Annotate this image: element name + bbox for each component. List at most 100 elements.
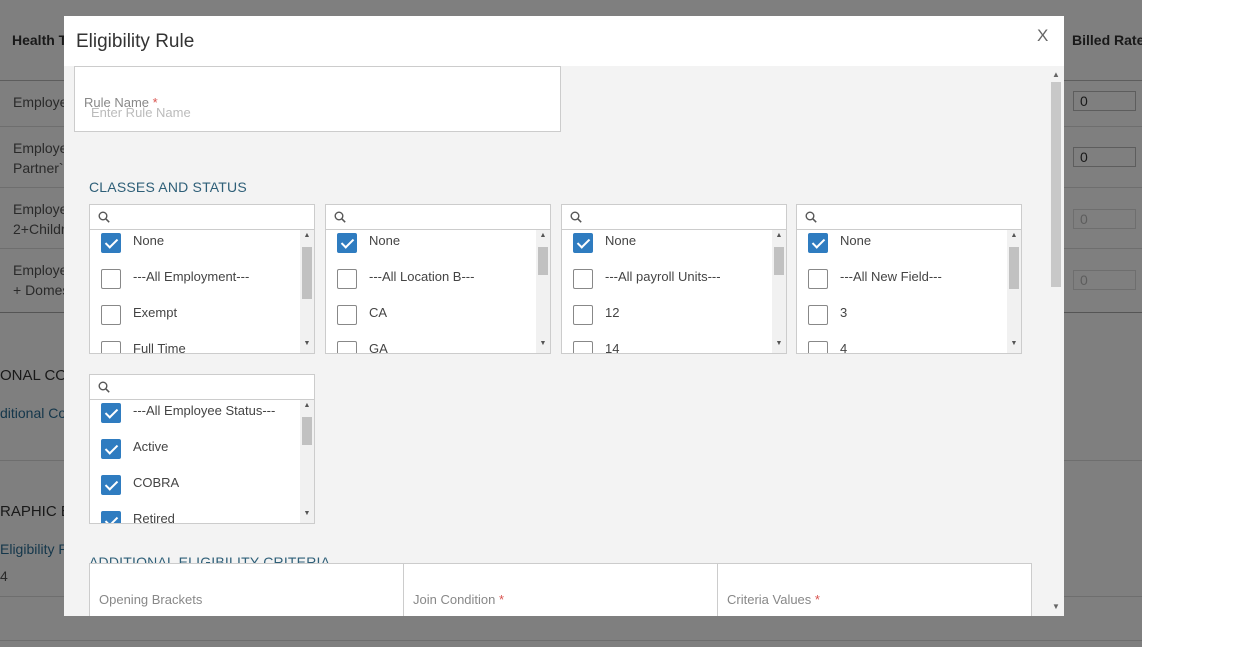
list-item-label: None — [369, 233, 401, 248]
opening-brackets-column[interactable]: Opening Brackets — [90, 564, 404, 616]
eligibility-rule-modal: Eligibility Rule X Rule Name * CLASSES A… — [64, 16, 1064, 616]
listbox-scrollbar[interactable]: ▲ ▼ — [536, 230, 550, 353]
search-icon — [805, 211, 817, 223]
list-item[interactable]: None — [562, 230, 772, 263]
search-icon — [334, 211, 346, 223]
listbox-search-input[interactable] — [352, 208, 542, 226]
checkbox[interactable] — [808, 233, 828, 253]
scroll-up-arrow-icon[interactable]: ▲ — [772, 232, 786, 239]
list-item-label: ---All Employment--- — [133, 269, 250, 284]
checkbox[interactable] — [573, 233, 593, 253]
scrollbar-thumb[interactable] — [1009, 247, 1019, 289]
listbox-options: None ---All payroll Units--- 12 14 — [562, 230, 772, 353]
list-item-label: Exempt — [133, 305, 178, 320]
listbox-options: None ---All Location B--- CA GA — [326, 230, 536, 353]
listbox-options: ---All Employee Status--- Active COBRA R… — [90, 400, 300, 523]
listbox-search-input[interactable] — [116, 208, 306, 226]
list-item[interactable]: ---All Employee Status--- — [90, 400, 300, 433]
checkbox[interactable] — [101, 269, 121, 289]
listbox-search-input[interactable] — [823, 208, 1013, 226]
scroll-down-arrow-icon[interactable]: ▼ — [300, 340, 314, 347]
required-marker: * — [814, 592, 820, 607]
listbox-search — [562, 205, 786, 230]
checkbox[interactable] — [101, 403, 121, 423]
close-icon[interactable]: X — [1037, 26, 1048, 46]
rule-name-field[interactable]: Rule Name * — [74, 66, 561, 132]
scroll-down-arrow-icon[interactable]: ▼ — [300, 510, 314, 517]
checkbox[interactable] — [573, 341, 593, 353]
list-item[interactable]: 3 — [797, 299, 1007, 335]
list-item[interactable]: GA — [326, 335, 536, 353]
checkbox[interactable] — [337, 341, 357, 353]
listbox-search — [90, 375, 314, 400]
checkbox[interactable] — [101, 233, 121, 253]
checkbox[interactable] — [101, 475, 121, 495]
checkbox[interactable] — [808, 341, 828, 353]
list-item[interactable]: Active — [90, 433, 300, 469]
criteria-values-column[interactable]: Criteria Values * — [718, 564, 1031, 616]
list-item[interactable]: Full Time — [90, 335, 300, 353]
checkbox[interactable] — [573, 305, 593, 325]
listbox-search — [326, 205, 550, 230]
checkbox[interactable] — [101, 305, 121, 325]
new-field-listbox: None ---All New Field--- 3 4 ▲ ▼ — [796, 204, 1022, 354]
scroll-up-arrow-icon[interactable]: ▲ — [1007, 232, 1021, 239]
checkbox[interactable] — [808, 269, 828, 289]
rule-name-input[interactable] — [89, 103, 489, 121]
listbox-scrollbar[interactable]: ▲ ▼ — [300, 400, 314, 523]
scroll-up-arrow-icon[interactable]: ▲ — [1048, 70, 1064, 79]
listbox-search — [797, 205, 1021, 230]
scrollbar-thumb[interactable] — [302, 417, 312, 445]
listbox-search — [90, 205, 314, 230]
list-item[interactable]: None — [326, 230, 536, 263]
scroll-down-arrow-icon[interactable]: ▼ — [1048, 602, 1064, 611]
list-item[interactable]: ---All Location B--- — [326, 263, 536, 299]
checkbox[interactable] — [101, 511, 121, 523]
scroll-up-arrow-icon[interactable]: ▲ — [536, 232, 550, 239]
join-condition-label: Join Condition * — [413, 592, 505, 607]
list-item[interactable]: Exempt — [90, 299, 300, 335]
modal-body: Rule Name * CLASSES AND STATUS None ---A… — [64, 66, 1048, 616]
listbox-search-input[interactable] — [116, 378, 306, 396]
scrollbar-thumb[interactable] — [302, 247, 312, 299]
scroll-down-arrow-icon[interactable]: ▼ — [1007, 340, 1021, 347]
join-condition-column[interactable]: Join Condition * — [404, 564, 718, 616]
list-item-label: ---All New Field--- — [840, 269, 942, 284]
checkbox[interactable] — [808, 305, 828, 325]
list-item[interactable]: None — [797, 230, 1007, 263]
criteria-values-label: Criteria Values * — [727, 592, 820, 607]
listbox-scrollbar[interactable]: ▲ ▼ — [772, 230, 786, 353]
listbox-search-input[interactable] — [588, 208, 778, 226]
scrollbar-thumb[interactable] — [774, 247, 784, 275]
checkbox[interactable] — [101, 439, 121, 459]
scroll-up-arrow-icon[interactable]: ▲ — [300, 402, 314, 409]
listbox-scrollbar[interactable]: ▲ ▼ — [300, 230, 314, 353]
list-item[interactable]: 12 — [562, 299, 772, 335]
list-item[interactable]: 4 — [797, 335, 1007, 353]
classes-and-status-heading: CLASSES AND STATUS — [89, 179, 247, 195]
scroll-down-arrow-icon[interactable]: ▼ — [772, 340, 786, 347]
list-item[interactable]: COBRA — [90, 469, 300, 505]
list-item[interactable]: 14 — [562, 335, 772, 353]
list-item[interactable]: CA — [326, 299, 536, 335]
list-item-label: ---All Employee Status--- — [133, 403, 276, 418]
list-item-label: Active — [133, 439, 169, 454]
search-icon — [98, 381, 110, 393]
checkbox[interactable] — [337, 233, 357, 253]
checkbox[interactable] — [101, 341, 121, 353]
scroll-up-arrow-icon[interactable]: ▲ — [300, 232, 314, 239]
list-item[interactable]: ---All New Field--- — [797, 263, 1007, 299]
list-item[interactable]: None — [90, 230, 300, 263]
checkbox[interactable] — [573, 269, 593, 289]
list-item[interactable]: ---All Employment--- — [90, 263, 300, 299]
scroll-down-arrow-icon[interactable]: ▼ — [536, 340, 550, 347]
list-item[interactable]: Retired — [90, 505, 300, 523]
employment-listbox: None ---All Employment--- Exempt Full Ti… — [89, 204, 315, 354]
scrollbar-thumb[interactable] — [1051, 82, 1061, 287]
checkbox[interactable] — [337, 305, 357, 325]
listbox-scrollbar[interactable]: ▲ ▼ — [1007, 230, 1021, 353]
modal-scrollbar[interactable]: ▲ ▼ — [1048, 66, 1064, 616]
checkbox[interactable] — [337, 269, 357, 289]
scrollbar-thumb[interactable] — [538, 247, 548, 275]
list-item[interactable]: ---All payroll Units--- — [562, 263, 772, 299]
